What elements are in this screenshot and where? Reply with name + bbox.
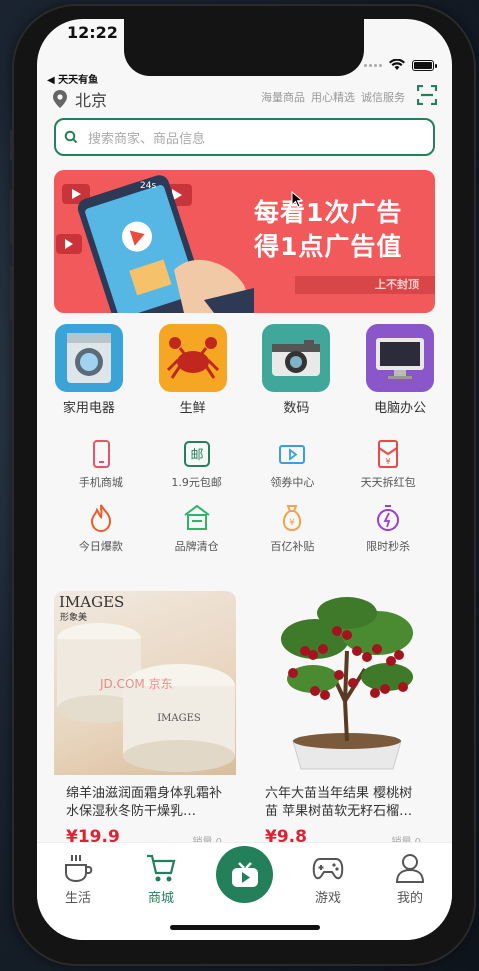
tab-label: 生活 xyxy=(64,891,91,906)
product-image: IMAGES 形象美 IMAGES JD.COM 京东 xyxy=(54,591,236,775)
gamepad-icon xyxy=(312,858,344,880)
quick-entry-grid: 手机商城 邮 1.9元包邮 领券中心 ¥ 天天拆红包 今日爆款 品牌清仓 ¥ 百… xyxy=(53,439,436,554)
quick-label: 手机商城 xyxy=(78,476,123,489)
quick-phone-mall[interactable]: 手机商城 xyxy=(53,439,149,490)
home-indicator[interactable] xyxy=(170,925,320,930)
banner-line-1: 每看1次广告 xyxy=(254,198,403,227)
category-row: 家用电器 生鲜 数码 电脑办公 xyxy=(37,324,452,416)
tab-mall[interactable]: 商城 xyxy=(126,853,196,906)
slogan-item: 用心精选 xyxy=(311,91,355,104)
location-pin-icon xyxy=(53,90,67,108)
quick-coupon-center[interactable]: 领券中心 xyxy=(245,439,341,490)
product-card[interactable]: IMAGES 形象美 IMAGES JD.COM 京东 绵羊油滋润面霜身体乳霜补… xyxy=(54,591,236,848)
cherry-tree-illustration xyxy=(281,597,413,770)
tab-label: 我的 xyxy=(396,891,423,906)
scan-icon[interactable] xyxy=(417,85,437,105)
phone-hands-illustration: 24s xyxy=(56,175,254,313)
svg-text:IMAGES: IMAGES xyxy=(157,713,201,724)
quick-subsidy[interactable]: ¥ 百亿补贴 xyxy=(245,503,341,554)
status-time: 12:22 xyxy=(67,23,118,42)
quick-label: 百亿补贴 xyxy=(270,540,315,553)
quick-hot-today[interactable]: 今日爆款 xyxy=(53,503,149,554)
monitor-icon xyxy=(366,324,435,392)
tv-play-icon xyxy=(231,861,258,887)
category-fresh[interactable]: 生鲜 xyxy=(141,324,245,416)
washing-machine-icon xyxy=(54,324,123,392)
signal-icon xyxy=(364,63,382,67)
product-card[interactable]: 六年大苗当年结果 樱桃树苗 苹果树苗软无籽石榴… ¥9.8 销量 0 xyxy=(253,591,435,848)
search-icon xyxy=(64,130,78,144)
header-slogans: 海量商品 用心精选 诚信服务 xyxy=(261,89,405,105)
ad-banner[interactable]: 24s 每看1次广告 得1点广告值 上不封顶 xyxy=(54,170,435,313)
city-label: 北京 xyxy=(75,91,108,110)
battery-icon xyxy=(412,59,437,71)
quick-label: 领券中心 xyxy=(270,476,315,489)
camera-icon xyxy=(262,324,331,392)
status-icons xyxy=(364,59,437,71)
location-selector[interactable]: 北京 xyxy=(53,87,107,111)
volume-up-button xyxy=(10,190,14,245)
quick-label: 今日爆款 xyxy=(78,540,123,553)
svg-text:24s: 24s xyxy=(140,181,156,191)
cart-icon xyxy=(147,854,176,882)
category-label: 生鲜 xyxy=(179,401,206,416)
quick-flash-sale[interactable]: 限时秒杀 xyxy=(340,503,436,554)
slogan-item: 诚信服务 xyxy=(361,91,405,104)
phone-icon xyxy=(92,440,110,468)
product-image xyxy=(253,591,435,775)
coffee-cup-icon xyxy=(65,855,93,883)
quick-free-shipping[interactable]: 邮 1.9元包邮 xyxy=(149,439,245,490)
svg-text:¥: ¥ xyxy=(386,457,391,466)
quick-label: 品牌清仓 xyxy=(174,540,219,553)
banner-tag: 上不封顶 xyxy=(295,276,435,294)
app-screen: 12:22 ◀ 天天有鱼 北京 海量商品 用心精选 诚信服务 搜索商家、商品信息 xyxy=(37,19,452,940)
svg-text:邮: 邮 xyxy=(190,448,203,463)
category-label: 家用电器 xyxy=(62,401,115,416)
crab-icon xyxy=(158,324,227,392)
user-icon xyxy=(395,854,425,883)
quick-label: 天天拆红包 xyxy=(360,476,416,489)
wifi-icon xyxy=(389,59,405,70)
banner-line-2: 得1点广告值 xyxy=(254,232,403,261)
category-digital[interactable]: 数码 xyxy=(245,324,349,416)
red-envelope-icon: ¥ xyxy=(378,440,399,468)
post-icon: 邮 xyxy=(183,441,210,467)
tab-mine[interactable]: 我的 xyxy=(375,853,445,906)
volume-down-button xyxy=(10,265,14,320)
quick-red-envelope[interactable]: ¥ 天天拆红包 xyxy=(340,439,436,490)
product-title: 绵羊油滋润面霜身体乳霜补水保湿秋冬防干燥乳… xyxy=(66,786,223,819)
tab-video[interactable] xyxy=(216,846,273,903)
back-to-app-link[interactable]: ◀ 天天有鱼 xyxy=(47,71,98,86)
quick-brand-clearance[interactable]: 品牌清仓 xyxy=(149,503,245,554)
tab-label: 商城 xyxy=(147,891,174,906)
category-label: 数码 xyxy=(283,401,310,416)
search-input[interactable]: 搜索商家、商品信息 xyxy=(54,118,435,156)
search-placeholder: 搜索商家、商品信息 xyxy=(88,131,206,147)
coupon-icon xyxy=(279,445,306,464)
slogan-item: 海量商品 xyxy=(261,91,305,104)
money-bag-icon: ¥ xyxy=(283,505,302,532)
banner-headline: 每看1次广告 得1点广告值 xyxy=(254,196,402,264)
stopwatch-icon xyxy=(377,505,400,531)
svg-text:¥: ¥ xyxy=(290,518,296,528)
tab-games[interactable]: 游戏 xyxy=(293,853,363,906)
mouse-cursor-icon xyxy=(291,191,304,208)
category-computer-office[interactable]: 电脑办公 xyxy=(348,324,452,416)
category-label: 电脑办公 xyxy=(374,401,427,416)
product-title: 六年大苗当年结果 樱桃树苗 苹果树苗软无籽石榴… xyxy=(265,786,413,819)
quick-label: 1.9元包邮 xyxy=(171,476,222,489)
category-home-appliances[interactable]: 家用电器 xyxy=(37,324,141,416)
store-icon xyxy=(184,504,210,530)
silent-switch xyxy=(10,130,14,160)
tab-life[interactable]: 生活 xyxy=(43,853,113,906)
tab-label: 游戏 xyxy=(314,891,341,906)
notch xyxy=(124,19,364,76)
watermark: JD.COM 京东 xyxy=(100,677,173,691)
quick-label: 限时秒杀 xyxy=(366,540,411,553)
fire-icon xyxy=(90,504,111,533)
